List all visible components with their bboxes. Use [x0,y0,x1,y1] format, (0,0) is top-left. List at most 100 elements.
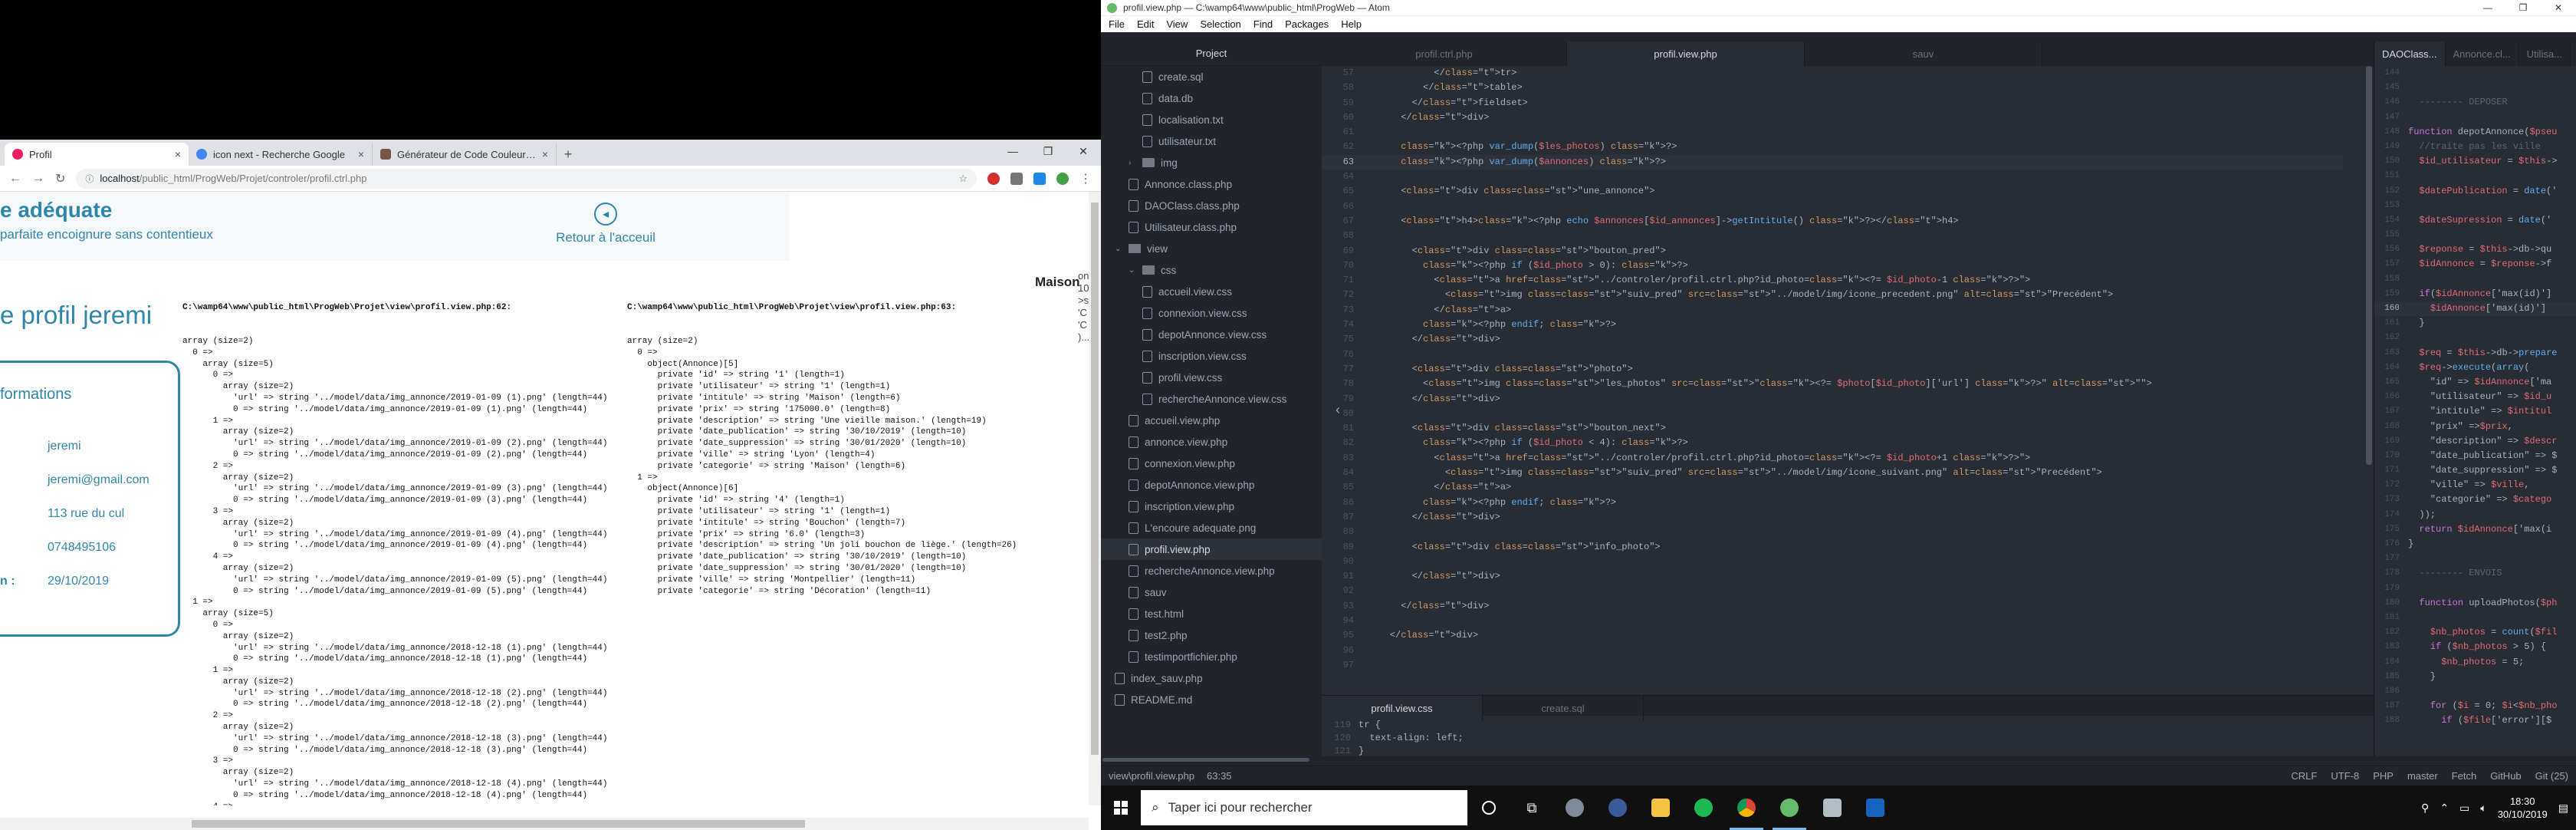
code-line[interactable]: </class="t">div> [1368,510,2343,525]
code-line[interactable]: 121} [1322,745,1464,758]
code-line[interactable]: </class="t">table> [1368,81,2343,95]
atom-icon[interactable] [1768,786,1811,830]
code-editor[interactable]: 57 58 59 60 61 62 63 64 65 66 67 68 69 70 71 72 73 74 75 76… [1322,66,2374,695]
code-line[interactable]: </class="t">div> [1368,110,2343,125]
close-icon[interactable]: × [175,148,181,160]
minimize-icon[interactable]: — [2470,0,2505,15]
chrome-tab-google[interactable]: icon next - Recherche Google × [189,143,373,166]
tree-scrollbar[interactable] [1101,756,1322,762]
close-icon[interactable]: ✕ [2541,0,2576,15]
reload-icon[interactable]: ↻ [55,171,65,186]
code-line[interactable] [1368,407,2343,421]
tree-item[interactable]: README.md [1101,689,1192,710]
tree-item[interactable]: depotAnnonce.view.css [1101,324,1267,345]
code-line[interactable] [2408,331,2576,345]
code-line[interactable]: <class="t">a href=class="st">"../control… [1368,273,2343,288]
code-line[interactable] [2408,552,2576,566]
code-line[interactable]: $dateSupression = date(' [2408,213,2576,228]
code-line[interactable]: "description" => $descr [2408,434,2576,449]
close-icon[interactable]: × [542,148,548,160]
code-lines[interactable]: </class="t">tr> </class="t">table> </cla… [1359,66,2343,673]
tree-item[interactable]: Utilisateur.class.php [1101,216,1237,238]
tab-sauv[interactable]: sauv [1805,41,2042,66]
code-line[interactable]: $datePublication = date(' [2408,184,2576,199]
code-line[interactable]: if($idAnnonce['max(id)'] [2408,287,2576,301]
back-home-link[interactable]: ◂ Retour à l'acceuil [552,203,659,245]
cortana-icon[interactable] [1467,786,1510,830]
code-line[interactable]: class="k"><?php endif; class="k">?> [1368,318,2343,332]
code-line[interactable]: </class="t">fieldset> [1368,96,2343,110]
code-line[interactable] [2408,272,2576,287]
menu-item-view[interactable]: View [1166,18,1188,30]
back-arrow-icon[interactable]: ← [9,172,21,186]
new-tab-button[interactable]: + [557,143,580,166]
code-line[interactable] [1368,555,2343,569]
scroll-thumb[interactable] [192,820,805,828]
restore-icon[interactable]: ❐ [1030,140,1066,163]
code-line[interactable]: if ($file['error'][$ [2408,713,2576,728]
css-code-lines[interactable]: 119 tr {120 text-align: left; 121} [1322,719,1464,758]
status-cursor[interactable]: 63:35 [1207,770,1232,782]
code-line[interactable]: //traite pas les ville [2408,140,2576,154]
code-line[interactable]: <class="t">img class=class="st">"les_pho… [1368,377,2343,391]
tab-annonce-class[interactable]: Annonce.cl... [2446,41,2519,66]
chrome-tab-profil[interactable]: Profil × [5,143,189,166]
tree-item[interactable]: rechercheAnnonce.view.css [1101,388,1286,410]
tab-utilisateur-class[interactable]: Utilisa... [2519,41,2571,66]
taskbar-search[interactable]: ⌕ Taper ici pour rechercher [1141,790,1467,825]
info-icon[interactable]: ⓘ [85,173,94,185]
code-line[interactable]: $req = $this->db->prepare [2408,346,2576,361]
code-line[interactable] [2408,110,2576,125]
code-line[interactable]: "intitule" => $intitul [2408,404,2576,419]
tree-item[interactable]: annonce.view.php [1101,431,1227,453]
code-line[interactable]: $nb_photos = 5; [2408,655,2576,670]
close-icon[interactable]: ✕ [1066,140,1101,163]
code-line[interactable] [1368,199,2343,214]
star-icon[interactable]: ☆ [958,173,968,185]
tab-profil-view[interactable]: profil.view.php [1567,41,1805,66]
code-line[interactable]: <class="t">img class=class="st">"suiv_pr… [1368,466,2343,480]
code-line[interactable]: </class="t">div> [1368,628,2343,643]
code-line[interactable] [1368,170,2343,184]
status-file[interactable]: view\profil.view.php [1109,770,1194,782]
tree-item[interactable]: data.db [1101,87,1193,109]
horizontal-scrollbar[interactable] [0,818,1089,830]
code-line[interactable]: "ville" => $ville, [2408,478,2576,492]
code-line[interactable] [2408,199,2576,213]
code-line[interactable]: function uploadPhotos($ph [2408,596,2576,611]
editor-scrollbar[interactable] [2366,66,2372,526]
status-item[interactable]: master [2407,770,2438,782]
code-line[interactable] [2408,66,2576,81]
forward-arrow-icon[interactable]: → [32,172,44,186]
collapse-tree-icon[interactable]: ‹ [1336,402,1340,418]
tree-item[interactable]: profil.view.css [1101,367,1222,388]
status-item[interactable]: UTF-8 [2331,770,2359,782]
spotify-icon[interactable] [1682,786,1725,830]
code-line[interactable]: 119 tr { [1322,719,1464,732]
code-line[interactable]: $idAnnonce = $reponse->f [2408,257,2576,272]
menu-item-edit[interactable]: Edit [1137,18,1154,30]
code-lines[interactable]: -------- DEPOSER function depotAnnonce($p… [2399,66,2576,728]
status-item[interactable]: GitHub [2490,770,2521,782]
code-line[interactable]: <class="t">div class=class="st">"bouton_… [1368,421,2343,436]
code-line[interactable]: -------- ENVOIS [2408,566,2576,581]
code-line[interactable]: } [2408,670,2576,684]
tree-item[interactable]: test2.php [1101,624,1188,646]
profile-avatar-icon[interactable] [1056,172,1069,185]
tree-item[interactable]: accueil.view.css [1101,281,1232,302]
chrome-icon[interactable] [1725,786,1768,830]
code-line[interactable]: for ($i = 0; $i<$nb_pho [2408,699,2576,713]
code-line[interactable]: </class="t">a> [1368,480,2343,495]
close-icon[interactable]: × [358,148,364,160]
scroll-thumb[interactable] [2366,66,2372,465]
code-line[interactable]: "id" => $idAnnonce['ma [2408,375,2576,390]
chevron-up-icon[interactable]: ⌃ [2440,802,2449,815]
code-line[interactable] [2408,228,2576,242]
tree-item[interactable]: L'encoure adequate.png [1101,517,1256,539]
menu-icon[interactable]: ⋮ [1079,171,1092,186]
code-line[interactable]: $req->execute(array( [2408,361,2576,375]
vertical-scrollbar[interactable] [1089,192,1101,805]
network-icon[interactable]: ▭ [2459,802,2469,815]
terminal-icon[interactable] [1854,786,1897,830]
tree-item[interactable]: index_sauv.php [1101,667,1203,689]
